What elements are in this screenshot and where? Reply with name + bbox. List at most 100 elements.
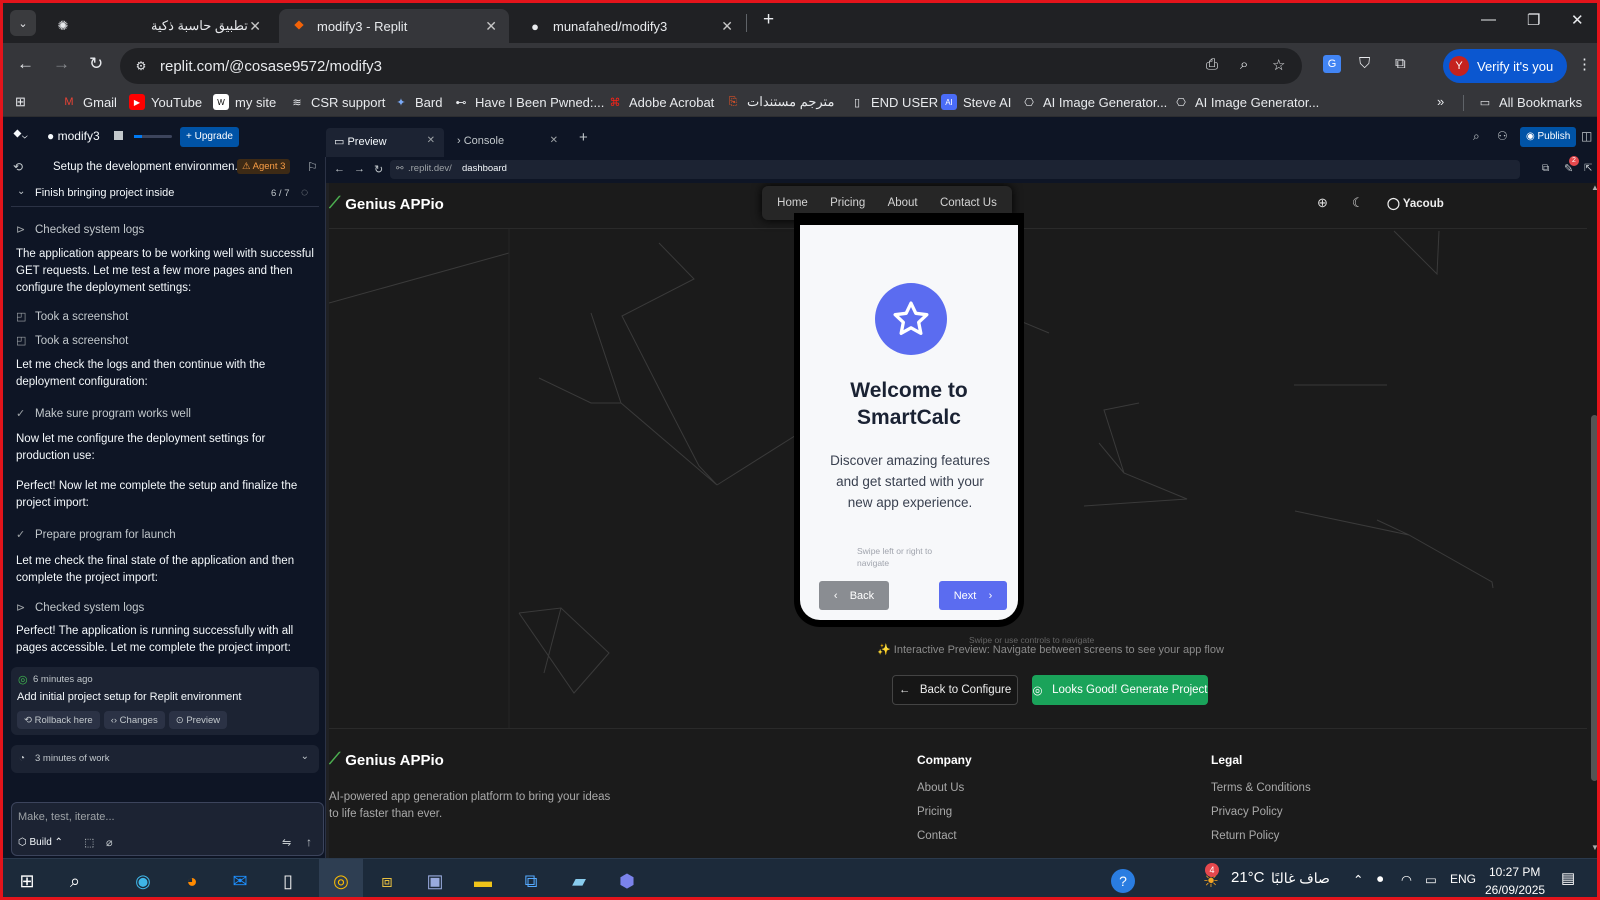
tablet-app-icon[interactable]: ▰ [565,867,593,895]
browser-tab[interactable]: ✺ تطبيق حاسبة ذكية ✕ [43,9,273,43]
close-icon[interactable]: ✕ [485,18,497,35]
scroll-thumb[interactable] [1591,415,1597,781]
chevron-down-icon[interactable]: ⌄ [301,751,309,762]
publish-button[interactable]: ◉ Publish [1520,127,1577,147]
firefox-icon[interactable]: ◕ [178,867,206,895]
back-arrow-icon[interactable]: ← [334,163,345,175]
outlook-icon[interactable]: ✉ [226,867,254,895]
browser-menu-icon[interactable]: ⋮ [1577,55,1592,73]
wifi-icon[interactable]: ◠ [1401,872,1412,887]
notifications-icon[interactable]: ▤ [1561,869,1575,887]
nav-pricing[interactable]: Pricing [830,197,865,209]
chat-title[interactable]: Setup the development environmen... [53,161,244,173]
replit-logo-icon[interactable]: ⯁⌄ [13,129,28,142]
clock-time[interactable]: 10:27 PM [1489,865,1540,879]
back-to-configure-button[interactable]: ← Back to Configure [892,675,1018,705]
bookmark-pwned[interactable]: ⊷ Have I Been Pwned:... [453,94,605,110]
reload-icon[interactable]: ↻ [89,54,103,74]
battery-icon[interactable]: ▭ [1425,872,1437,887]
footer-link-terms[interactable]: Terms & Conditions [1211,782,1311,794]
log-item[interactable]: ✓ Make sure program works well [16,407,191,421]
tab-search-chevron-icon[interactable]: ⌄ [10,10,36,36]
file-explorer-icon[interactable]: ▬ [469,867,497,895]
help-icon[interactable]: ? [1111,869,1135,893]
search-icon[interactable]: ⌕ [1473,129,1480,144]
reload-icon[interactable]: ↻ [374,163,383,176]
remote-desktop-icon[interactable]: ⧈ [373,867,401,895]
bookmark-acrobat[interactable]: ⌘ Adobe Acrobat [607,94,715,110]
zoom-icon[interactable]: ⌕ [1240,56,1248,73]
windows-start-icon[interactable]: ⊞ [13,867,41,895]
log-item[interactable]: ⊳ Checked system logs [16,223,144,237]
stop-icon[interactable] [114,131,123,140]
footer-link-return[interactable]: Return Policy [1211,830,1279,842]
open-external-icon[interactable]: ⇱ [1584,163,1592,174]
select-element-icon[interactable]: ⬚ [84,836,94,849]
bookmark-youtube[interactable]: ▶ YouTube [129,94,202,110]
bookmark-gmail[interactable]: M Gmail [61,94,117,110]
minimize-icon[interactable]: — [1481,11,1496,28]
close-window-icon[interactable]: ✕ [1571,11,1584,29]
settings-sliders-icon[interactable]: ⇋ [282,836,291,849]
forward-arrow-icon[interactable]: → [354,163,365,175]
upgrade-button[interactable]: + Upgrade [180,127,239,147]
log-item[interactable]: ⊳ Checked system logs [16,601,144,615]
apps-grid-icon[interactable]: ⊞ [15,94,26,110]
bookmark-my-site[interactable]: Wmy site [213,94,276,110]
browser-tab-active[interactable]: ⯁ modify3 - Replit ✕ [279,9,509,43]
all-bookmarks[interactable]: ▭ All Bookmarks [1477,94,1582,110]
bookmark-end-user[interactable]: ▯ END USER [849,94,938,110]
close-icon[interactable]: ✕ [721,18,733,35]
devices-icon[interactable]: ⧉ [1542,163,1549,174]
tab-console[interactable]: › Console ✕ [449,128,567,157]
temperature[interactable]: 21°C [1231,869,1265,886]
microphone-icon[interactable]: ⏺ [1377,872,1383,887]
more-bookmarks-icon[interactable]: » [1437,94,1444,109]
attach-icon[interactable]: ⌀ [106,836,113,849]
log-item[interactable]: ◰ Took a screenshot [16,310,128,324]
teams-icon[interactable]: ⬢ [613,867,641,895]
forward-arrow-icon[interactable]: → [53,54,70,74]
history-icon[interactable]: ⟲ [13,160,23,174]
edge-icon[interactable]: ◉ [129,867,157,895]
progress-row[interactable]: ⌄ Finish bringing project inside 6 / 7 ◌ [11,179,319,207]
log-item[interactable]: ◰ Took a screenshot [16,334,128,348]
bookmark-steve-ai[interactable]: AI Steve AI [941,94,1011,110]
layout-toggle-icon[interactable]: ◫ [1581,129,1592,143]
translate-extension-icon[interactable]: G [1323,55,1341,73]
work-summary[interactable]: ◔ 3 minutes of work ⌄ [11,745,319,773]
nav-contact[interactable]: Contact Us [940,197,997,209]
send-arrow-icon[interactable]: ↑ [306,835,312,849]
footer-link-about[interactable]: About Us [917,782,964,794]
nav-home[interactable]: Home [777,197,808,209]
add-tab-icon[interactable]: + [579,129,588,146]
new-chat-icon[interactable]: ⚐ [307,160,318,174]
install-app-icon[interactable]: ⎙ [1206,56,1218,73]
phone-next-button[interactable]: Next › [939,581,1007,610]
url-text[interactable]: replit.com/@cosase9572/modify3 [160,58,382,75]
log-item[interactable]: ✓ Prepare program for launch [16,528,176,542]
phone-back-button[interactable]: ‹ Back [819,581,889,610]
notepad-icon[interactable]: ▯ [274,867,302,895]
footer-link-contact[interactable]: Contact [917,830,957,842]
chevron-down-icon[interactable]: ⌄ [17,186,25,197]
bookmark-ai-image-1[interactable]: ⎔ AI Image Generator... [1021,94,1167,110]
photos-icon[interactable]: ▣ [421,867,449,895]
tray-chevron-icon[interactable]: ⌃ [1353,872,1363,887]
close-icon[interactable]: ✕ [550,135,558,146]
clock-date[interactable]: 26/09/2025 [1485,883,1545,897]
invite-icon[interactable]: ⚇ [1497,129,1508,143]
build-mode-button[interactable]: ⬡ Build ⌃ [18,837,63,848]
search-icon[interactable]: ⌕ [61,867,89,895]
tab-preview[interactable]: ▭ Preview ✕ [326,128,444,157]
footer-link-pricing[interactable]: Pricing [917,806,952,818]
footer-brand-logo[interactable]: ⟋ Genius APPio [329,751,444,769]
network-app-icon[interactable]: ⧉ [517,867,545,895]
generate-project-button[interactable]: ◎ Looks Good! Generate Project [1032,675,1208,705]
site-info-icon[interactable]: ⚙ [130,55,152,77]
nav-about[interactable]: About [888,197,918,209]
user-menu[interactable]: ◯ Yacoub [1387,196,1444,210]
project-name[interactable]: ● modify3 [47,129,100,143]
extensions-icon[interactable]: ⧉ [1395,55,1406,72]
close-icon[interactable]: ✕ [427,135,435,146]
